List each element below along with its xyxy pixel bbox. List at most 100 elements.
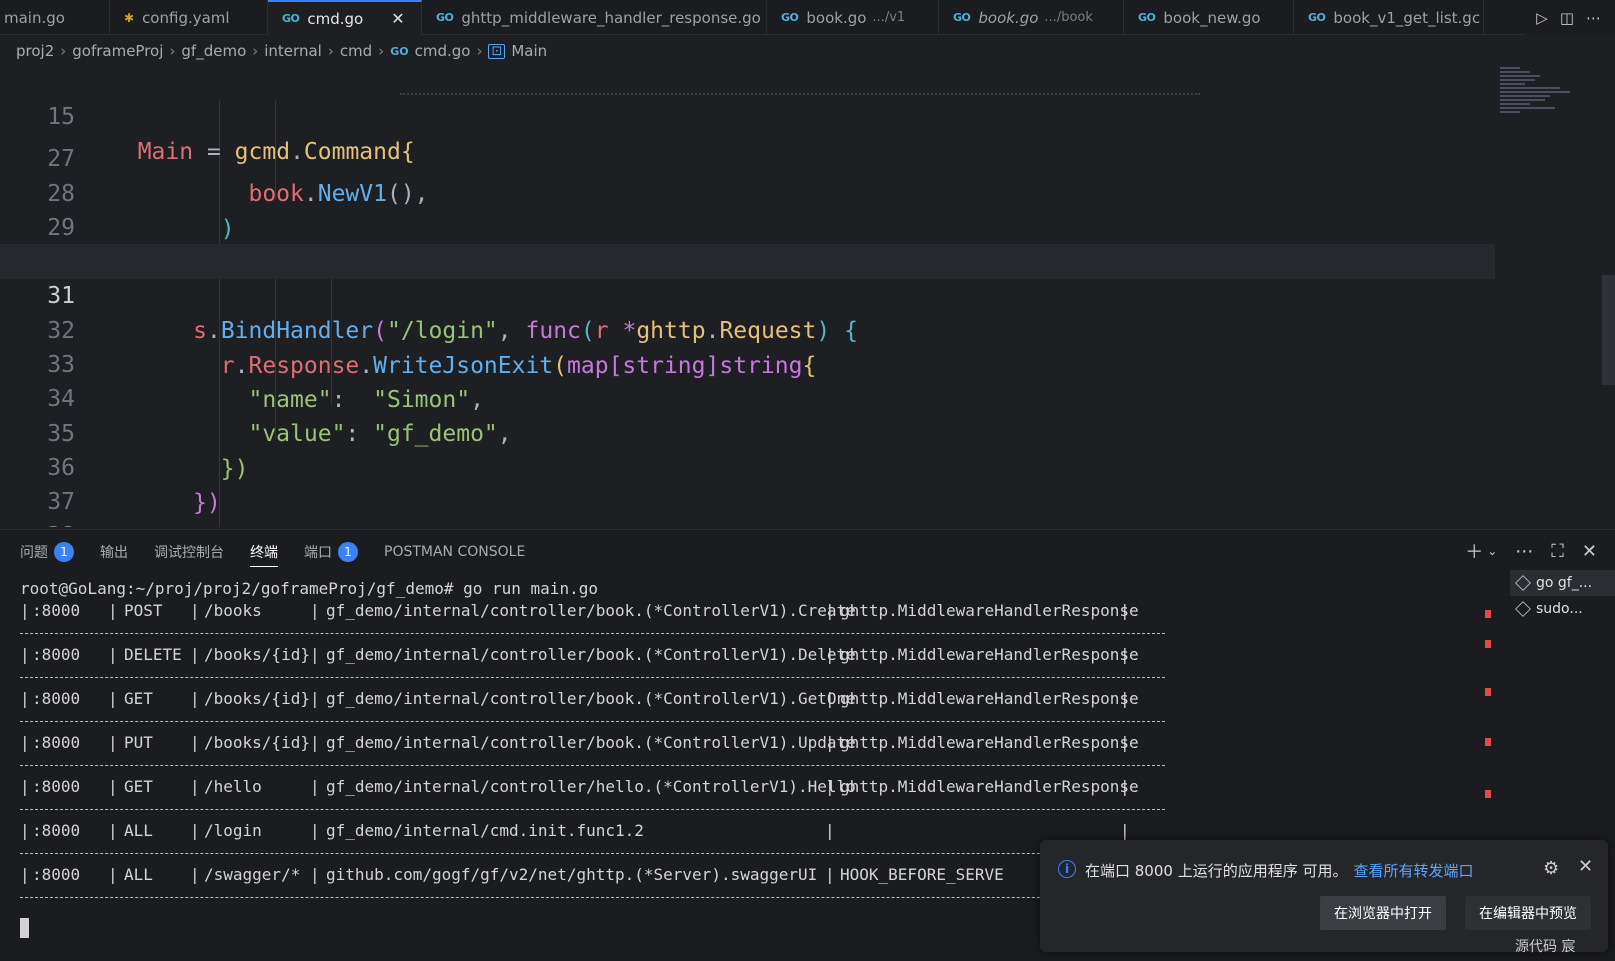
tab-cmd-go[interactable]: GO cmd.go ✕ [268, 0, 422, 35]
tab-label: 输出 [100, 545, 128, 561]
tab-main-go[interactable]: main.go [0, 0, 110, 35]
tab-ghttp-middleware[interactable]: GO ghttp_middleware_handler_response.go [422, 0, 767, 35]
table-pipe: | [310, 733, 320, 752]
tab-label: main.go [4, 8, 65, 27]
more-actions-icon[interactable]: ⋯ [1515, 541, 1533, 562]
route-cells: | | | | | |:8000 ALL/login gf_demo/internal/cmd… [20, 820, 1490, 842]
split-editor-icon[interactable]: ◫ [1560, 9, 1574, 27]
chevron-right-icon: › [252, 42, 259, 60]
tab-label: book_new.go [1163, 8, 1261, 27]
chevron-right-icon: › [60, 42, 67, 60]
table-pipe: | [108, 601, 118, 620]
table-pipe: | [310, 689, 320, 708]
run-icon[interactable]: ▷ [1536, 9, 1548, 27]
code-editor[interactable]: 15 Main = gcmd.Command{ 27 book.NewV1(),… [0, 65, 1615, 527]
tab-label: 端口 [304, 545, 332, 561]
table-pipe: | [20, 821, 30, 840]
code-line: 30 [0, 210, 1495, 275]
tab-book-go-v1[interactable]: GO book.go .../v1 [767, 0, 939, 35]
tab-config-yaml[interactable]: ✱ config.yaml [110, 0, 268, 35]
go-file-icon: GO [1308, 11, 1326, 24]
table-pipe: | [310, 645, 320, 664]
table-pipe: | [108, 733, 118, 752]
route-route: /books/{id} [204, 689, 310, 708]
terminal-cursor [20, 918, 29, 938]
go-file-icon: GO [282, 12, 300, 25]
table-pipe: | [825, 821, 835, 840]
code-line: 36 }) [0, 416, 1495, 516]
table-pipe: | [20, 601, 30, 620]
go-file-icon: GO [781, 11, 799, 24]
route-method: ALL [124, 821, 153, 840]
port-forward-notification: i 在端口 8000 上运行的应用程序 可用。 查看所有转发端口 ⚙ ✕ 在浏览器… [1040, 840, 1608, 955]
code-line-current: 31 s.BindHandler("/login", func(r *ghttp… [0, 244, 1495, 344]
tab-problems[interactable]: 问题 1 [20, 537, 74, 567]
tab-debug-console[interactable]: 调试控制台 [154, 537, 224, 567]
route-middleware: HOOK_BEFORE_SERVE [840, 865, 1004, 884]
tab-label: 调试控制台 [154, 545, 224, 561]
notification-message: 在端口 8000 上运行的应用程序 可用。 查看所有转发端口 [1085, 860, 1474, 881]
breadcrumb-item[interactable]: cmd [340, 42, 372, 60]
table-pipe: | [1120, 821, 1130, 840]
code-line: 35 }) [0, 382, 1495, 482]
tab-book-v1-get-list[interactable]: GO book_v1_get_list.gc [1294, 0, 1484, 35]
table-pipe: | [190, 645, 200, 664]
breadcrumb-item[interactable]: gf_demo [181, 42, 246, 60]
go-file-icon: GO [953, 11, 971, 24]
table-pipe: | [310, 601, 320, 620]
close-icon[interactable]: ✕ [391, 9, 404, 28]
breadcrumb-item[interactable]: internal [264, 42, 322, 60]
route-method: PUT [124, 733, 153, 752]
breadcrumb-item[interactable]: proj2 [16, 42, 54, 60]
code-line: 34 "value": "gf_demo", [0, 347, 1495, 447]
table-pipe: | [825, 865, 835, 884]
code-line: 37 [0, 450, 1495, 515]
route-middleware: ghttp.MiddlewareHandlerResponse [840, 689, 1139, 708]
route-addr: :8000 [32, 777, 81, 796]
table-pipe: | [108, 645, 118, 664]
table-pipe: | [108, 689, 118, 708]
preview-in-editor-button[interactable]: 在编辑器中预览 [1465, 896, 1591, 930]
route-cells: | | | | | |:8000 POST/books gf_demo/internal/co… [20, 600, 1490, 622]
route-handler: gf_demo/internal/controller/book.(*Contr… [326, 733, 856, 752]
route-route: /login [204, 821, 262, 840]
tab-terminal[interactable]: 终端 [250, 537, 278, 567]
route-method: GET [124, 777, 153, 796]
open-in-browser-button[interactable]: 在浏览器中打开 [1320, 896, 1446, 930]
view-ports-link[interactable]: 查看所有转发端口 [1353, 862, 1473, 880]
problems-badge: 1 [54, 542, 74, 562]
route-middleware: ghttp.MiddlewareHandlerResponse [840, 733, 1139, 752]
tab-output[interactable]: 输出 [100, 537, 128, 567]
chevron-right-icon: › [169, 42, 176, 60]
code-line: 29 }) [0, 176, 1495, 276]
minimap[interactable] [1500, 65, 1600, 155]
go-file-icon: GO [1138, 11, 1156, 24]
breadcrumb-item[interactable]: goframeProj [72, 42, 163, 60]
terminal-session-item[interactable]: go gf_... [1510, 570, 1615, 596]
tab-postman-console[interactable]: POSTMAN CONSOLE [384, 537, 525, 567]
breadcrumb-item[interactable]: cmd.go [415, 42, 471, 60]
route-middleware: ghttp.MiddlewareHandlerResponse [840, 645, 1139, 664]
table-pipe: | [108, 777, 118, 796]
tab-ports[interactable]: 端口 1 [304, 537, 358, 567]
route-route: /swagger/* [204, 865, 301, 884]
tab-label: POSTMAN CONSOLE [384, 544, 526, 560]
editor-scrollbar[interactable] [1602, 275, 1615, 385]
more-actions-icon[interactable]: ⋯ [1586, 9, 1601, 27]
route-row: | | | | | |:8000 POST/books gf_demo/internal/co… [20, 600, 1490, 644]
route-handler: gf_demo/internal/controller/book.(*Contr… [326, 689, 856, 708]
breadcrumb-item[interactable]: Main [511, 42, 547, 60]
route-cells: | | | | | |:8000 GET/hello gf_demo/internal/con… [20, 776, 1490, 798]
tab-book-new-go[interactable]: GO book_new.go [1124, 0, 1294, 35]
close-panel-icon[interactable]: ✕ [1582, 541, 1597, 562]
tab-book-go-book[interactable]: GO book.go .../book [939, 0, 1124, 35]
table-pipe: | [190, 865, 200, 884]
gear-icon[interactable]: ⚙ [1543, 858, 1559, 879]
terminal-session-item[interactable]: sudo... [1510, 596, 1615, 622]
go-file-icon: GO [436, 11, 454, 24]
code-line: 28 ) [0, 142, 1495, 242]
close-icon[interactable]: ✕ [1578, 856, 1593, 877]
maximize-panel-icon[interactable]: ⛶ [1551, 541, 1564, 562]
new-terminal-icon[interactable]: ＋ [1465, 538, 1483, 564]
chevron-down-icon[interactable]: ⌄ [1487, 544, 1497, 558]
